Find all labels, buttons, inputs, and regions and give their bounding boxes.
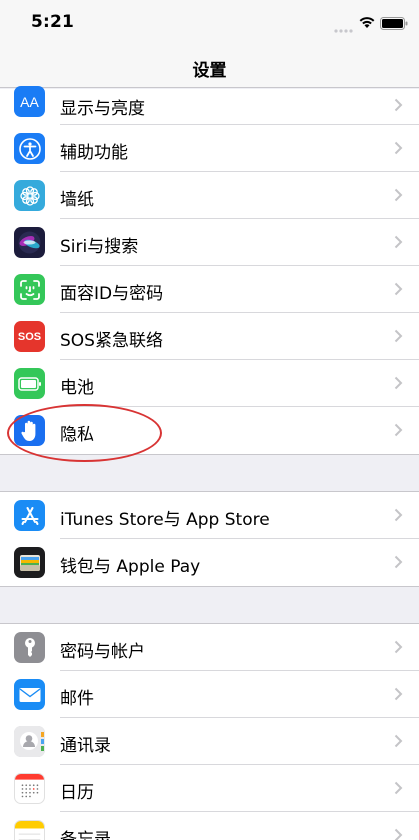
- chevron-right-icon: [394, 97, 403, 116]
- settings-row-label: 墙纸: [60, 190, 94, 210]
- settings-row-itunes-app-store[interactable]: iTunes Store与 App Store: [0, 492, 419, 539]
- chevron-right-icon: [394, 375, 403, 394]
- settings-row-accessibility[interactable]: 辅助功能: [0, 125, 419, 172]
- settings-row-label: 隐私: [60, 425, 94, 445]
- chevron-right-icon: [394, 686, 403, 705]
- chevron-right-icon: [394, 234, 403, 253]
- settings-row-label: 日历: [60, 783, 94, 803]
- settings-row-wallpaper[interactable]: 墙纸: [0, 172, 419, 219]
- settings-row-label: 辅助功能: [60, 143, 128, 163]
- settings-row-passwords-accounts[interactable]: 密码与帐户: [0, 624, 419, 671]
- settings-row-label: Siri与搜索: [60, 237, 139, 257]
- notes-icon: [14, 820, 45, 840]
- privacy-hand-icon: [14, 415, 45, 446]
- settings-row-label: 面容ID与密码: [60, 284, 164, 304]
- status-bar: 5:21: [0, 0, 419, 44]
- calendar-icon: [14, 773, 45, 804]
- settings-row-siri[interactable]: Siri与搜索: [0, 219, 419, 266]
- settings-row-calendar[interactable]: 日历: [0, 765, 419, 812]
- settings-row-label: SOS紧急联络: [60, 331, 163, 351]
- settings-row-label: 邮件: [60, 689, 94, 709]
- wallpaper-icon: [14, 180, 45, 211]
- settings-list: AA 显示与亮度 辅助功能 墙纸 Siri与搜索 面容ID与密码 SOS SOS…: [0, 86, 419, 840]
- signal-icon: [334, 20, 354, 39]
- settings-row-face-id[interactable]: 面容ID与密码: [0, 266, 419, 313]
- settings-row-label: 电池: [60, 378, 94, 398]
- chevron-right-icon: [394, 187, 403, 206]
- settings-row-label: iTunes Store与 App Store: [60, 510, 270, 530]
- settings-row-contacts[interactable]: 通讯录: [0, 718, 419, 765]
- settings-row-label: 钱包与 Apple Pay: [60, 557, 201, 577]
- chevron-right-icon: [394, 639, 403, 658]
- settings-row-battery[interactable]: 电池: [0, 360, 419, 407]
- chevron-right-icon: [394, 507, 403, 526]
- chevron-right-icon: [394, 780, 403, 799]
- battery-icon: [14, 368, 45, 399]
- page-title: 设置: [192, 61, 227, 81]
- accessibility-icon: [14, 133, 45, 164]
- chevron-right-icon: [394, 554, 403, 573]
- chevron-right-icon: [394, 733, 403, 752]
- settings-row-sos[interactable]: SOS SOS紧急联络: [0, 313, 419, 360]
- chevron-right-icon: [394, 281, 403, 300]
- app-store-icon: [14, 500, 45, 531]
- settings-row-notes[interactable]: 备忘录: [0, 812, 419, 840]
- settings-row-mail[interactable]: 邮件: [0, 671, 419, 718]
- settings-row-display-brightness[interactable]: AA 显示与亮度: [0, 86, 419, 125]
- settings-row-label: 密码与帐户: [60, 642, 145, 662]
- contacts-icon: [14, 726, 45, 757]
- settings-group: iTunes Store与 App Store 钱包与 Apple Pay: [0, 491, 419, 587]
- chevron-right-icon: [394, 827, 403, 840]
- nav-bar: 设置: [0, 44, 419, 88]
- sos-icon: SOS: [14, 321, 45, 352]
- chevron-right-icon: [394, 140, 403, 159]
- settings-row-wallet[interactable]: 钱包与 Apple Pay: [0, 539, 419, 586]
- settings-row-label: 备忘录: [60, 830, 111, 840]
- face-id-icon: [14, 274, 45, 305]
- status-time: 5:21: [31, 12, 75, 32]
- settings-row-label: 显示与亮度: [60, 99, 145, 119]
- settings-group: AA 显示与亮度 辅助功能 墙纸 Siri与搜索 面容ID与密码 SOS SOS…: [0, 86, 419, 455]
- settings-group: 密码与帐户 邮件 通讯录 日历 备忘录: [0, 623, 419, 840]
- chevron-right-icon: [394, 422, 403, 441]
- settings-row-privacy[interactable]: 隐私: [0, 407, 419, 454]
- battery-status-icon: [380, 15, 408, 34]
- wifi-icon: [358, 14, 376, 33]
- display-brightness-icon: AA: [14, 86, 45, 117]
- mail-icon: [14, 679, 45, 710]
- chevron-right-icon: [394, 328, 403, 347]
- settings-row-label: 通讯录: [60, 736, 111, 756]
- wallet-icon: [14, 547, 45, 578]
- siri-icon: [14, 227, 45, 258]
- group-gap: [0, 455, 419, 491]
- key-icon: [14, 632, 45, 663]
- group-gap: [0, 587, 419, 623]
